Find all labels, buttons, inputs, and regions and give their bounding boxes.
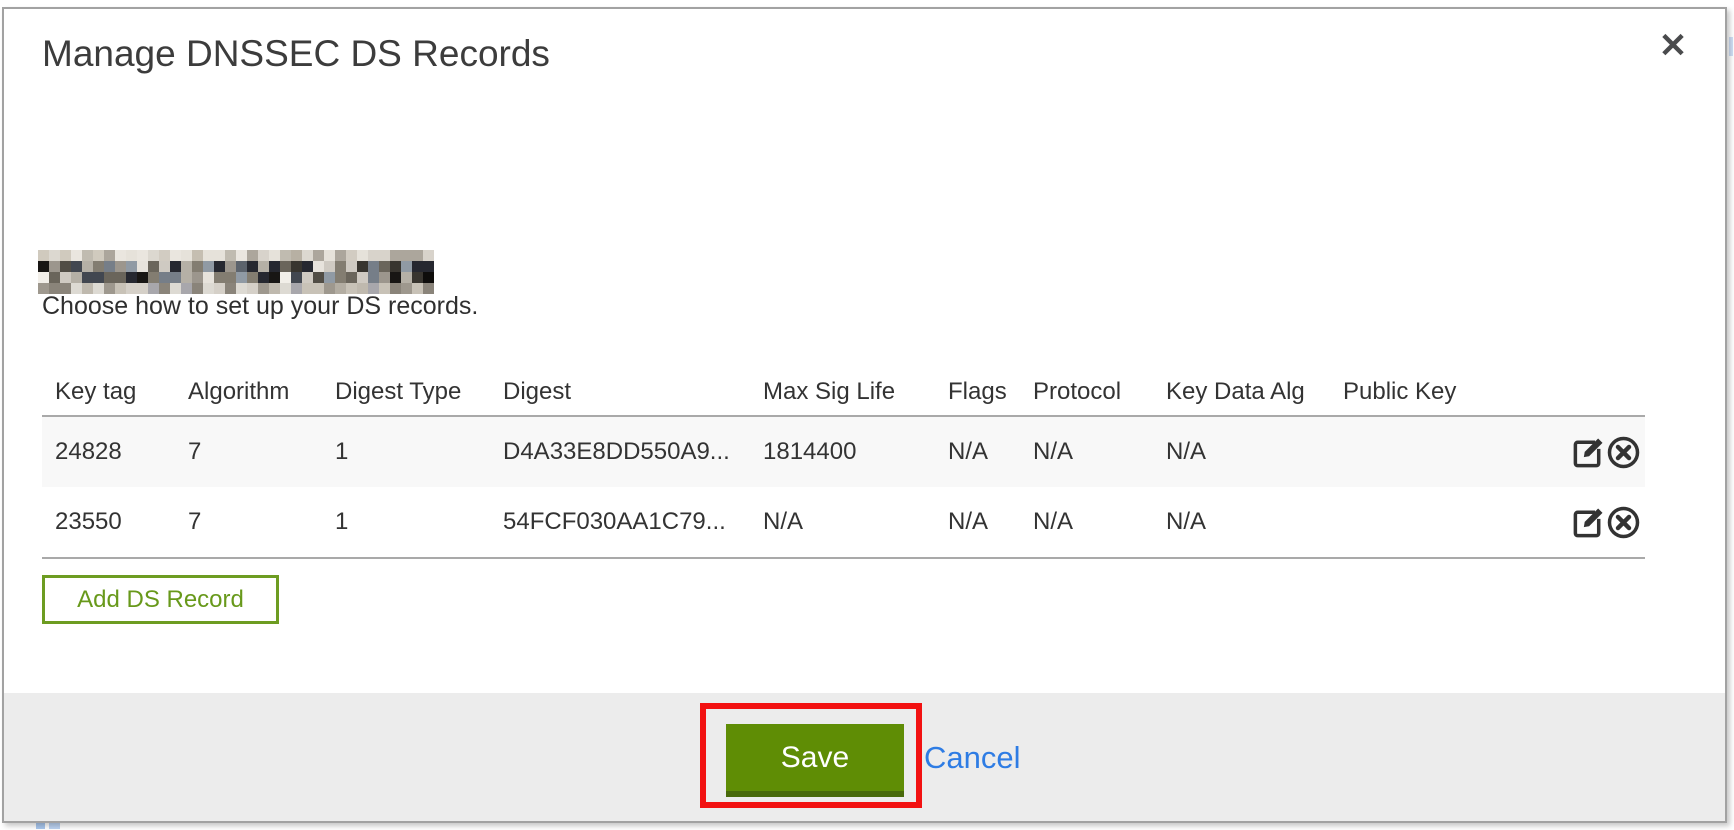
cell-public-key xyxy=(1330,487,1500,558)
row-actions xyxy=(1500,416,1645,487)
delete-icon[interactable] xyxy=(1606,435,1641,470)
cell-max-sig-life: N/A xyxy=(750,487,935,558)
cell-digest: D4A33E8DD550A9... xyxy=(490,416,750,487)
cell-digest-type: 1 xyxy=(322,487,490,558)
background-page-fragment xyxy=(49,822,60,829)
manage-dnssec-dialog: Manage DNSSEC DS Records ✕ Choose how to… xyxy=(2,7,1727,823)
table-row: 24828 7 1 D4A33E8DD550A9... 1814400 N/A … xyxy=(42,416,1645,487)
cell-max-sig-life: 1814400 xyxy=(750,416,935,487)
page: Manage DNSSEC DS Records ✕ Choose how to… xyxy=(0,0,1734,830)
cell-key-tag: 23550 xyxy=(42,487,175,558)
cell-key-tag: 24828 xyxy=(42,416,175,487)
cell-flags: N/A xyxy=(935,487,1020,558)
col-header-key-data-alg: Key Data Alg xyxy=(1153,368,1330,416)
instruction-text: Choose how to set up your DS records. xyxy=(42,292,478,321)
save-button[interactable]: Save xyxy=(726,724,904,797)
cell-public-key xyxy=(1330,416,1500,487)
col-header-public-key: Public Key xyxy=(1330,368,1500,416)
edit-icon[interactable] xyxy=(1571,505,1606,540)
table-header-row: Key tag Algorithm Digest Type Digest Max… xyxy=(42,368,1645,416)
cell-digest-type: 1 xyxy=(322,416,490,487)
col-header-protocol: Protocol xyxy=(1020,368,1153,416)
cancel-link[interactable]: Cancel xyxy=(924,740,1021,776)
row-actions xyxy=(1500,487,1645,558)
col-header-algorithm: Algorithm xyxy=(175,368,322,416)
page-title: Manage DNSSEC DS Records xyxy=(42,33,550,75)
ds-records-table: Key tag Algorithm Digest Type Digest Max… xyxy=(42,368,1645,559)
col-header-actions xyxy=(1500,368,1645,416)
add-ds-record-button[interactable]: Add DS Record xyxy=(42,575,279,624)
cell-flags: N/A xyxy=(935,416,1020,487)
col-header-flags: Flags xyxy=(935,368,1020,416)
edit-icon[interactable] xyxy=(1571,435,1606,470)
cell-key-data-alg: N/A xyxy=(1153,487,1330,558)
dialog-footer: Save Cancel xyxy=(4,693,1725,821)
table-row: 23550 7 1 54FCF030AA1C79... N/A N/A N/A … xyxy=(42,487,1645,558)
cell-protocol: N/A xyxy=(1020,487,1153,558)
background-page-fragment xyxy=(36,823,45,829)
close-icon[interactable]: ✕ xyxy=(1650,23,1696,69)
cell-algorithm: 7 xyxy=(175,416,322,487)
delete-icon[interactable] xyxy=(1606,505,1641,540)
col-header-digest: Digest xyxy=(490,368,750,416)
cell-protocol: N/A xyxy=(1020,416,1153,487)
col-header-key-tag: Key tag xyxy=(42,368,175,416)
cell-algorithm: 7 xyxy=(175,487,322,558)
redacted-domain xyxy=(38,250,434,294)
cell-key-data-alg: N/A xyxy=(1153,416,1330,487)
col-header-digest-type: Digest Type xyxy=(322,368,490,416)
background-page-fragment xyxy=(1729,37,1733,56)
col-header-max-sig-life: Max Sig Life xyxy=(750,368,935,416)
cell-digest: 54FCF030AA1C79... xyxy=(490,487,750,558)
